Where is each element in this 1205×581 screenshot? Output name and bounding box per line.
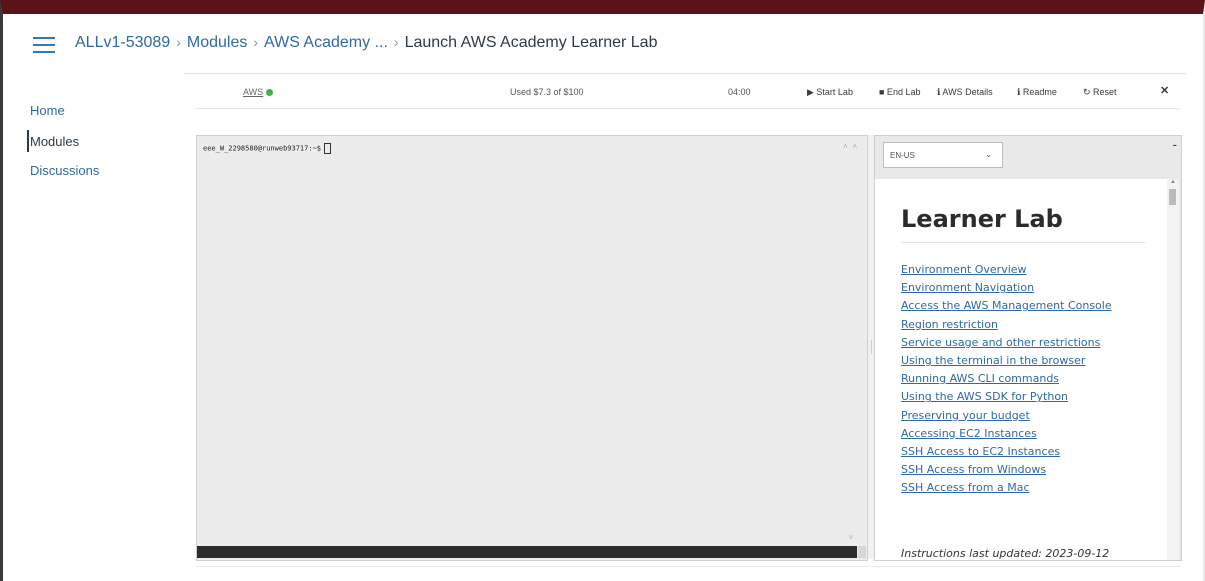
link-aws-cli[interactable]: Running AWS CLI commands — [901, 370, 1112, 388]
link-ssh-windows[interactable]: SSH Access from Windows — [901, 461, 1112, 479]
language-value: EN-US — [890, 151, 915, 160]
link-environment-overview[interactable]: Environment Overview — [901, 261, 1112, 279]
link-environment-navigation[interactable]: Environment Navigation — [901, 279, 1112, 297]
nav-home[interactable]: Home — [30, 103, 65, 118]
readme-panel: - EN-US ⌄ Learner Lab Environment Overvi… — [874, 135, 1182, 561]
breadcrumb-academy[interactable]: AWS Academy ... — [264, 34, 388, 51]
toolbar-divider — [195, 108, 1180, 109]
link-aws-sdk-python[interactable]: Using the AWS SDK for Python — [901, 388, 1112, 406]
breadcrumb-divider — [184, 73, 1187, 74]
reset-button[interactable]: ↻ Reset — [1083, 87, 1117, 98]
start-lab-button[interactable]: ▶ Start Lab — [807, 87, 853, 98]
aws-label: AWS — [243, 87, 264, 97]
lab-toolbar: AWS Used $7.3 of $100 04:00 ▶ Start Lab … — [195, 80, 1180, 108]
aws-details-button[interactable]: ℹ AWS Details — [937, 87, 993, 98]
bottom-divider — [196, 566, 1181, 567]
scrollbar-thumb[interactable] — [1169, 189, 1176, 205]
terminal-pane[interactable]: eee_W_2298580@runweb93717:~$ ˄ ˄ ˅ — [196, 135, 868, 561]
breadcrumb-current: Launch AWS Academy Learner Lab — [404, 34, 658, 51]
readme-title: Learner Lab — [901, 205, 1063, 233]
end-lab-button[interactable]: ■ End Lab — [879, 87, 920, 97]
breadcrumb-separator: › — [393, 34, 399, 50]
readme-content[interactable]: Learner Lab Environment Overview Environ… — [875, 179, 1167, 560]
breadcrumb-separator: › — [253, 34, 259, 50]
last-updated: Instructions last updated: 2023-09-12 — [901, 547, 1110, 560]
link-region-restriction[interactable]: Region restriction — [901, 316, 1112, 334]
link-service-usage[interactable]: Service usage and other restrictions — [901, 334, 1112, 352]
nav-discussions[interactable]: Discussions — [30, 163, 99, 178]
breadcrumb: ALLv1-53089 › Modules › AWS Academy ... › Laun… — [75, 34, 657, 52]
terminal-status-bar — [197, 546, 857, 558]
readme-links: Environment Overview Environment Navigat… — [901, 261, 1112, 498]
link-access-console[interactable]: Access the AWS Management Console — [901, 297, 1112, 315]
aws-status-dot-icon — [266, 89, 274, 97]
link-terminal-browser[interactable]: Using the terminal in the browser — [901, 352, 1112, 370]
title-rule — [901, 242, 1145, 243]
link-ssh-mac[interactable]: SSH Access from a Mac — [901, 479, 1112, 497]
chevron-down-icon: ⌄ — [985, 150, 992, 159]
aws-console-link[interactable]: AWS — [243, 87, 274, 97]
fullscreen-icon[interactable]: ✕ — [1160, 84, 1169, 97]
terminal-scroll-down-icon[interactable]: ˅ — [848, 533, 853, 542]
session-timer: 04:00 — [728, 87, 751, 97]
nav-modules[interactable]: Modules — [26, 130, 79, 152]
splitter-grip-icon[interactable] — [871, 340, 872, 354]
minimize-icon[interactable]: - — [1172, 136, 1177, 152]
budget-used: Used $7.3 of $100 — [510, 87, 584, 97]
readme-button[interactable]: ℹ Readme — [1017, 87, 1057, 98]
readme-scrollbar[interactable]: ▲ — [1167, 179, 1179, 560]
language-select[interactable]: EN-US ⌄ — [883, 142, 1003, 168]
link-preserving-budget[interactable]: Preserving your budget — [901, 407, 1112, 425]
terminal-scrollbar-corner — [858, 546, 866, 558]
breadcrumb-modules[interactable]: Modules — [187, 34, 247, 51]
link-ssh-ec2[interactable]: SSH Access to EC2 Instances — [901, 443, 1112, 461]
link-accessing-ec2[interactable]: Accessing EC2 Instances — [901, 425, 1112, 443]
terminal-cursor — [324, 143, 332, 154]
scroll-up-icon[interactable]: ▲ — [1170, 179, 1176, 185]
terminal-prompt-text: eee_W_2298580@runweb93717:~$ — [203, 144, 322, 153]
breadcrumb-separator: › — [176, 34, 181, 50]
terminal-prompt: eee_W_2298580@runweb93717:~$ — [203, 143, 332, 154]
breadcrumb-course[interactable]: ALLv1-53089 — [75, 34, 170, 51]
terminal-scroll-up-icon[interactable]: ˄ ˄ — [843, 142, 857, 151]
hamburger-menu-icon[interactable] — [33, 37, 55, 53]
